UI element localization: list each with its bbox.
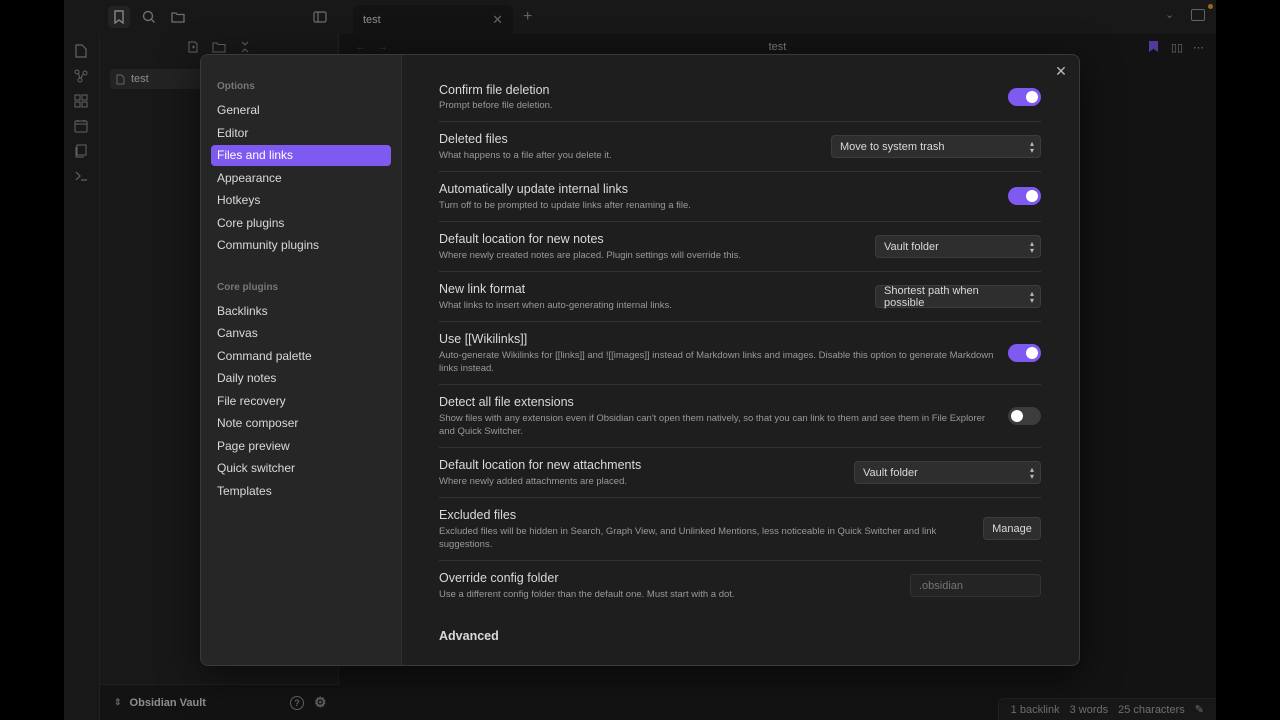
settings-content: Confirm file deletion Prompt before file… xyxy=(439,55,1041,665)
new-notes-location-select[interactable]: Vault folder ▴ ▾ xyxy=(875,235,1041,258)
setting-description: Where newly created notes are placed. Pl… xyxy=(439,250,742,261)
setting-name: New link format xyxy=(439,282,526,296)
settings-nav-quick-switcher[interactable]: Quick switcher xyxy=(211,458,391,479)
select-arrows-icon: ▴ ▾ xyxy=(1029,465,1034,481)
setting-auto-update-links: Automatically update internal links Turn… xyxy=(439,172,1041,222)
confirm-deletion-toggle[interactable] xyxy=(1008,88,1041,106)
setting-confirm-file-deletion: Confirm file deletion Prompt before file… xyxy=(439,81,1041,122)
settings-nav-general[interactable]: General xyxy=(211,100,391,121)
setting-name: Detect all file extensions xyxy=(439,395,574,409)
core-plugins-heading: Core plugins xyxy=(217,282,279,293)
setting-name: Default location for new notes xyxy=(439,232,604,246)
options-heading: Options xyxy=(217,81,255,92)
setting-override-config-folder: Override config folder Use a different c… xyxy=(439,561,1041,611)
setting-description: Use a different config folder than the d… xyxy=(439,589,735,600)
detect-extensions-toggle[interactable] xyxy=(1008,407,1041,425)
setting-description: What links to insert when auto-generatin… xyxy=(439,300,672,311)
select-arrows-icon: ▴ ▾ xyxy=(1029,239,1034,255)
settings-nav-appearance[interactable]: Appearance xyxy=(211,168,391,189)
setting-name: Excluded files xyxy=(439,508,517,522)
setting-default-location-notes: Default location for new notes Where new… xyxy=(439,222,1041,272)
settings-nav-command-palette[interactable]: Command palette xyxy=(211,346,391,367)
settings-nav-hotkeys[interactable]: Hotkeys xyxy=(211,190,391,211)
select-value: Vault folder xyxy=(863,466,918,479)
setting-name: Use [[Wikilinks]] xyxy=(439,332,528,346)
setting-name: Confirm file deletion xyxy=(439,83,550,97)
settings-nav-templates[interactable]: Templates xyxy=(211,481,391,502)
setting-name: Automatically update internal links xyxy=(439,182,628,196)
deleted-files-select[interactable]: Move to system trash ▴ ▾ xyxy=(831,135,1041,158)
settings-nav-backlinks[interactable]: Backlinks xyxy=(211,301,391,322)
setting-description: Turn off to be prompted to update links … xyxy=(439,200,691,211)
select-value: Shortest path when possible xyxy=(884,284,979,309)
close-icon[interactable]: ✕ xyxy=(1053,63,1069,79)
settings-nav-canvas[interactable]: Canvas xyxy=(211,323,391,344)
setting-excluded-files: Excluded files Excluded files will be hi… xyxy=(439,498,1041,561)
settings-nav-files-and-links[interactable]: Files and links xyxy=(211,145,391,166)
wikilinks-toggle[interactable] xyxy=(1008,344,1041,362)
setting-new-link-format: New link format What links to insert whe… xyxy=(439,272,1041,322)
settings-sidebar: Options General Editor Files and links A… xyxy=(201,55,402,665)
settings-modal: Options General Editor Files and links A… xyxy=(200,54,1080,666)
settings-nav-community-plugins[interactable]: Community plugins xyxy=(211,235,391,256)
settings-nav-page-preview[interactable]: Page preview xyxy=(211,436,391,457)
config-folder-input[interactable] xyxy=(910,574,1041,597)
manage-excluded-button[interactable]: Manage xyxy=(983,517,1041,540)
setting-description: Show files with any extension even if Ob… xyxy=(439,413,986,437)
setting-description: Where newly added attachments are placed… xyxy=(439,476,627,487)
settings-nav-note-composer[interactable]: Note composer xyxy=(211,413,391,434)
setting-deleted-files: Deleted files What happens to a file aft… xyxy=(439,122,1041,172)
setting-description: Auto-generate Wikilinks for [[links]] an… xyxy=(439,350,994,374)
select-value: Move to system trash xyxy=(840,140,945,153)
link-format-select[interactable]: Shortest path when possible ▴ ▾ xyxy=(875,284,1041,309)
settings-nav-file-recovery[interactable]: File recovery xyxy=(211,391,391,412)
settings-nav-editor[interactable]: Editor xyxy=(211,123,391,144)
select-value: Vault folder xyxy=(884,240,939,253)
setting-description: Excluded files will be hidden in Search,… xyxy=(439,526,937,550)
setting-description: What happens to a file after you delete … xyxy=(439,150,612,161)
setting-description: Prompt before file deletion. xyxy=(439,100,553,111)
advanced-heading: Advanced xyxy=(439,629,499,643)
setting-detect-extensions: Detect all file extensions Show files wi… xyxy=(439,385,1041,448)
setting-name: Default location for new attachments xyxy=(439,458,642,472)
select-arrows-icon: ▴ ▾ xyxy=(1029,289,1034,305)
attachments-location-select[interactable]: Vault folder ▴ ▾ xyxy=(854,461,1041,484)
settings-nav-core-plugins[interactable]: Core plugins xyxy=(211,213,391,234)
auto-update-links-toggle[interactable] xyxy=(1008,187,1041,205)
setting-use-wikilinks: Use [[Wikilinks]] Auto-generate Wikilink… xyxy=(439,322,1041,385)
select-arrows-icon: ▴ ▾ xyxy=(1029,139,1034,155)
setting-default-location-attachments: Default location for new attachments Whe… xyxy=(439,448,1041,498)
settings-nav-daily-notes[interactable]: Daily notes xyxy=(211,368,391,389)
setting-name: Override config folder xyxy=(439,571,559,585)
setting-name: Deleted files xyxy=(439,132,508,146)
